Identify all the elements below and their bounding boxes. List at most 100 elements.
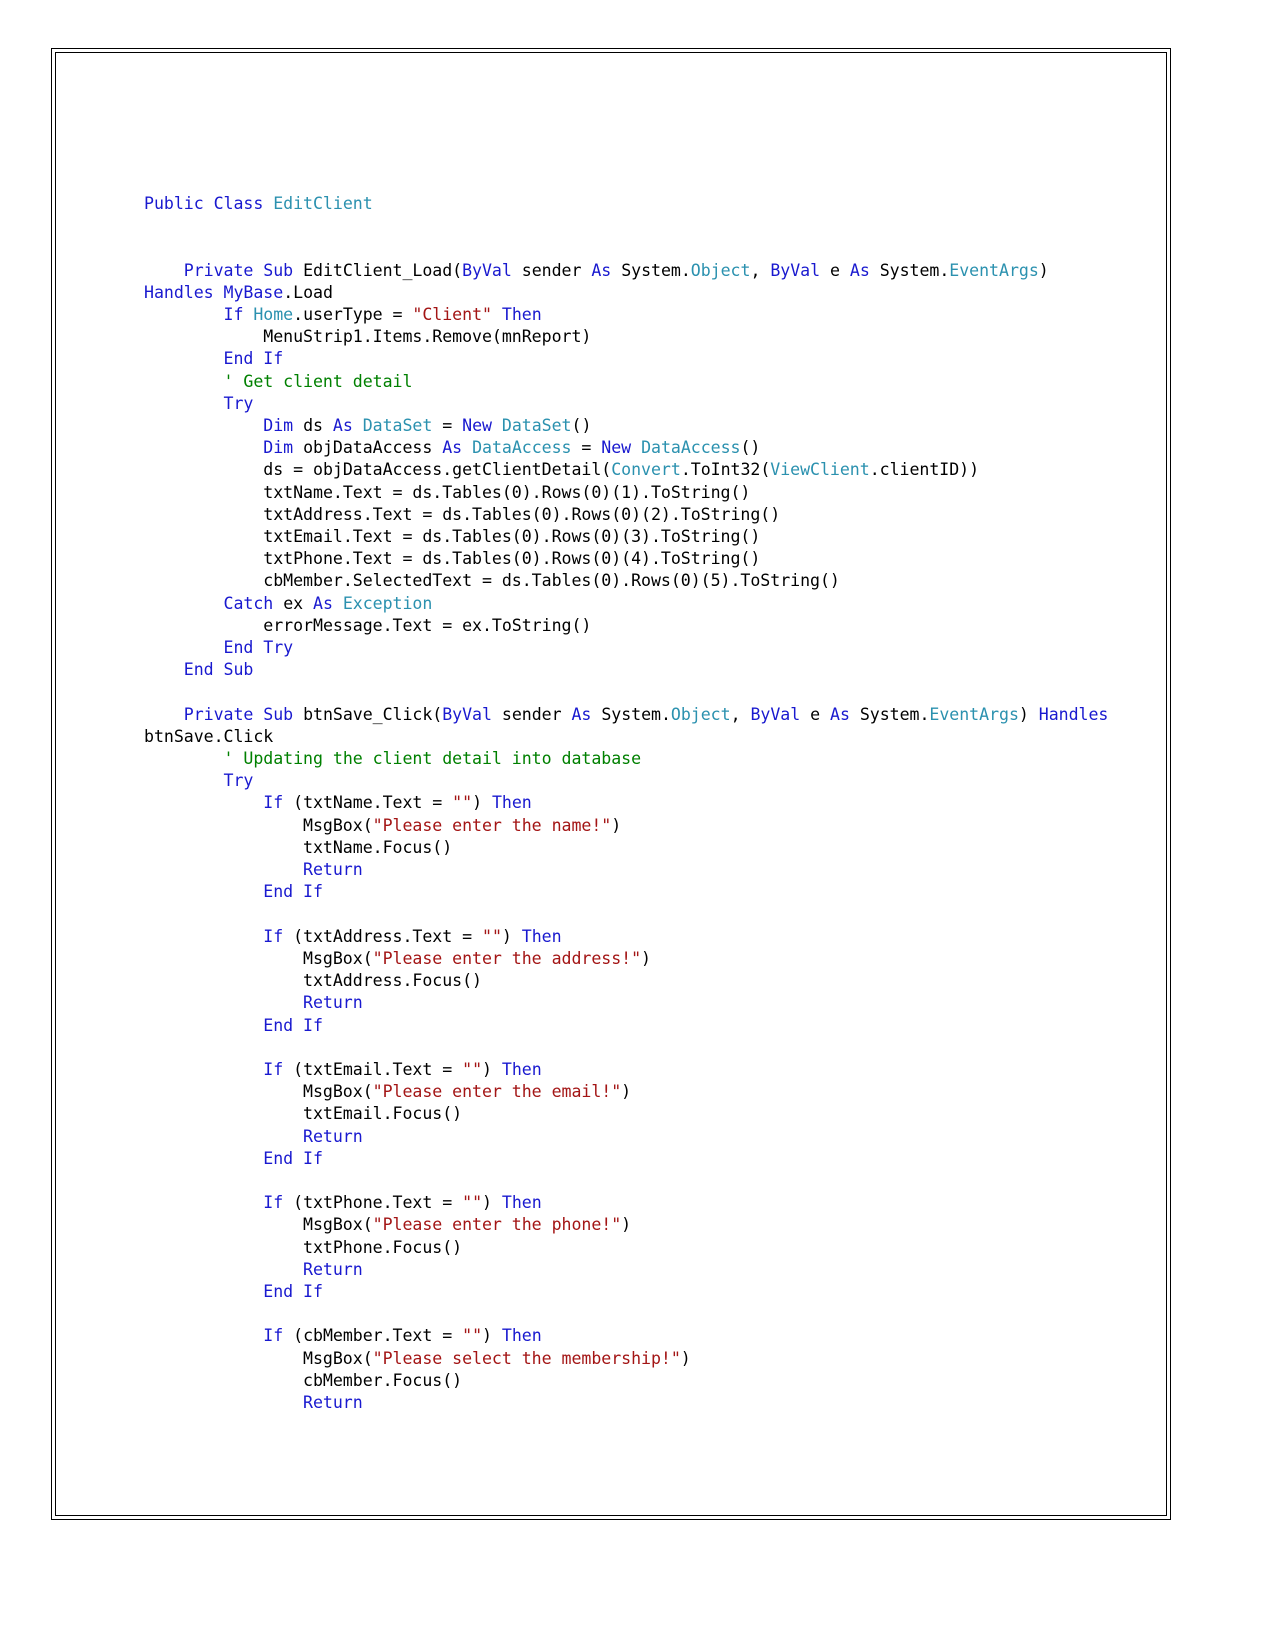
code-token-str: "" [452,793,473,813]
code-line: End Sub [144,660,254,679]
code-token-pln: ) [472,793,492,813]
code-area: Public Class EditClient Private Sub Edit… [144,193,1119,1414]
code-token-pln: errorMessage.Text = ex.ToString() [144,615,592,635]
code-token-pln: System. [859,704,930,724]
code-token-pln: cbMember.Focus() [144,1370,463,1390]
code-line: txtPhone.Focus() [144,1238,462,1257]
code-token-pln: MsgBox( [144,815,373,835]
code-token-pln: e [810,704,830,724]
code-token-pln: txtName.Text = ds.Tables(0).Rows(0)(1).T… [144,482,751,502]
code-token-pln: txtEmail.Focus() [144,1104,463,1124]
page-frame-inner: Public Class EditClient Private Sub Edit… [55,52,1167,1516]
code-token-pln [144,349,224,368]
code-token-pln: (txtName.Text = [293,793,453,813]
code-token-pln [144,1260,303,1279]
code-line: If (txtPhone.Text = "") Then [144,1193,541,1213]
code-token-kw: Return [303,1126,363,1146]
code-token-kw: End Try [223,638,294,658]
code-line: If (txtName.Text = "") Then [144,793,531,813]
code-token-pln [144,749,224,768]
code-line: Private Sub EditClient_Load(ByVal sender… [144,261,1059,302]
code-token-kw: New [462,416,502,436]
code-token-kw: If [263,793,294,813]
code-token-pln: txtName.Focus() [144,837,453,857]
code-line: cbMember.Focus() [144,1371,462,1390]
code-token-kw: Dim [263,416,304,436]
code-token-pln [144,771,224,790]
code-line: If (cbMember.Text = "") Then [144,1326,542,1346]
code-line: Try [144,771,254,791]
code-token-kw: If [223,305,254,325]
code-token-kw: Then [501,305,542,325]
code-line: MenuStrip1.Items.Remove(mnReport) [144,327,591,346]
code-token-kw: ByVal [750,704,811,724]
code-token-pln [144,1149,263,1168]
code-line: Private Sub btnSave_Click(ByVal sender A… [144,705,1118,746]
code-token-pln [144,1326,263,1345]
code-line: MsgBox("Please enter the phone!") [144,1215,631,1234]
code-token-pln: .clientID)) [869,460,980,480]
code-line: txtEmail.Focus() [144,1104,462,1123]
code-line: End If [144,1016,323,1035]
code-token-pln: ) [680,1348,691,1368]
code-token-kw: End If [263,1148,323,1168]
code-token-kw: ByVal [770,260,830,280]
code-token-kw: As [442,438,473,458]
code-token-kw: MyBase [223,282,284,302]
code-token-kw: Then [521,926,562,946]
code-token-pln [144,705,184,724]
code-token-pln: MsgBox( [144,1348,373,1368]
code-token-pln: txtPhone.Text = ds.Tables(0).Rows(0)(4).… [144,549,761,569]
code-token-pln: txtEmail.Text = ds.Tables(0).Rows(0)(3).… [144,527,761,547]
code-line: End If [144,349,284,368]
code-token-pln [144,372,224,391]
code-token-str: "Please enter the phone!" [372,1215,622,1235]
code-token-pln [144,394,224,413]
code-token-pln: System. [601,704,671,724]
code-token-kw: Then [501,1326,542,1346]
code-token-typ: EditClient [273,194,373,213]
code-token-pln: MsgBox( [144,948,373,968]
code-token-pln [144,1193,263,1212]
code-token-kw: If [263,1059,294,1079]
code-token-cmt: ' Get client detail [223,371,413,391]
code-token-pln: sender [501,704,572,724]
code-line: If (txtAddress.Text = "") Then [144,926,562,946]
code-token-str: "Please select the membership!" [372,1348,681,1368]
code-token-pln: .ToInt32( [680,460,771,480]
code-token-kw: As [571,704,602,724]
code-token-typ: Object [690,260,751,280]
code-token-kw: Return [303,1259,363,1279]
code-token-typ: EventArgs [949,260,1039,280]
code-token-pln: , [750,260,771,280]
code-token-kw: Try [223,771,254,791]
code-token-pln: (cbMember.Text = [293,1326,463,1346]
code-line: If Home.userType = "Client" Then [144,305,542,324]
code-token-typ: Object [670,704,731,724]
code-line: MsgBox("Please select the membership!") [144,1349,691,1368]
code-token-pln: ) [501,926,522,946]
code-token-pln: objDataAccess [303,438,443,458]
code-line: ' Updating the client detail into databa… [144,749,642,768]
page-frame-outer: Public Class EditClient Private Sub Edit… [51,48,1171,1520]
code-token-kw: Public Class [144,194,274,213]
code-token-pln [144,793,263,812]
code-token-pln [144,1060,263,1079]
code-token-pln: e [829,260,850,280]
code-token-pln: ds [303,416,333,436]
code-token-kw: Catch [223,593,284,613]
code-token-kw: Return [303,1392,363,1412]
code-token-pln [144,261,184,280]
code-line: Dim ds As DataSet = New DataSet() [144,416,591,435]
code-line: End If [144,882,323,901]
code-token-pln: cbMember.SelectedText = ds.Tables(0).Row… [144,571,840,591]
code-token-pln: txtAddress.Focus() [144,971,482,991]
code-line: If (txtEmail.Text = "") Then [144,1059,541,1079]
code-token-pln: txtAddress.Text = ds.Tables(0).Rows(0)(2… [144,504,781,524]
code-token-kw: If [263,1193,294,1213]
code-token-kw: If [263,1326,294,1346]
code-token-typ: Convert [611,460,681,480]
code-token-pln [144,1393,303,1412]
code-token-pln: (txtPhone.Text = [293,1193,463,1213]
code-token-kw: Return [303,993,363,1013]
